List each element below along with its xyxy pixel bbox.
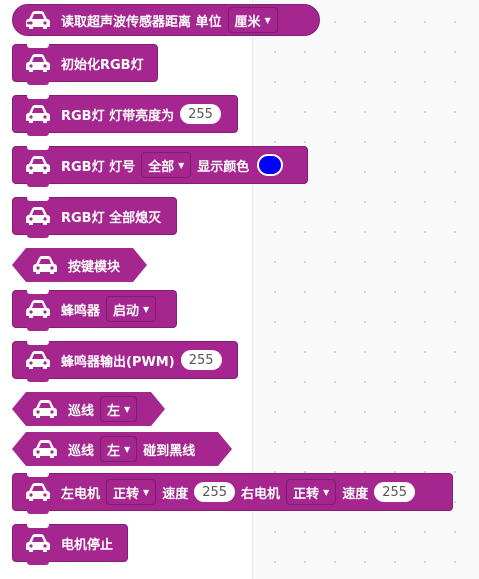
unit-dropdown[interactable]: 厘米 ▼ — [227, 7, 278, 33]
car-icon — [26, 483, 50, 501]
right-dir-dropdown[interactable]: 正转 ▼ — [286, 479, 337, 505]
left-speed-input[interactable]: 255 — [194, 482, 236, 502]
rgb-set-label2: 显示颜色 — [197, 159, 250, 175]
chevron-down-icon: ▼ — [178, 160, 185, 170]
chevron-down-icon: ▼ — [143, 487, 150, 497]
rgb-set-label: RGB灯 灯号 — [61, 159, 136, 175]
rgb-init-block[interactable]: 初始化RGB灯 — [12, 44, 158, 85]
rgb-brightness-block[interactable]: RGB灯 灯带亮度为 255 — [12, 95, 238, 136]
led-dropdown[interactable]: 全部 ▼ — [141, 152, 192, 178]
left-dir-value: 正转 — [113, 486, 140, 502]
left-dir-dropdown[interactable]: 正转 ▼ — [106, 479, 157, 505]
car-icon — [26, 351, 50, 369]
left-motor-label: 左电机 — [61, 486, 101, 502]
line-side2-value: 左 — [107, 443, 121, 459]
line-follow-block[interactable]: 巡线 左 ▼ — [12, 392, 165, 426]
motor-stop-label: 电机停止 — [61, 537, 114, 553]
right-dir-value: 正转 — [293, 486, 320, 502]
chevron-down-icon: ▼ — [143, 304, 150, 314]
buzzer-block[interactable]: 蜂鸣器 启动 ▼ — [12, 290, 177, 331]
rgb-brightness-label: RGB灯 灯带亮度为 — [61, 108, 175, 124]
right-motor-label: 右电机 — [241, 486, 281, 502]
buzzer-pwm-label: 蜂鸣器输出(PWM) — [61, 354, 175, 370]
unit-value: 厘米 — [234, 14, 261, 30]
buzzer-label: 蜂鸣器 — [61, 303, 101, 319]
hit-black-label: 碰到黑线 — [143, 443, 196, 459]
line-follow2-label: 巡线 — [68, 443, 95, 459]
rgb-init-label: 初始化RGB灯 — [61, 57, 144, 73]
ultrasonic-distance-block[interactable]: 读取超声波传感器距离 单位 厘米 ▼ — [12, 4, 320, 36]
chevron-down-icon: ▼ — [264, 15, 271, 25]
ultrasonic-label: 读取超声波传感器距离 单位 — [61, 14, 222, 30]
brightness-input[interactable]: 255 — [180, 104, 221, 124]
button-module-block[interactable]: 按键模块 — [12, 248, 147, 282]
led-value: 全部 — [148, 159, 175, 175]
chevron-down-icon: ▼ — [124, 444, 131, 454]
car-icon — [32, 439, 58, 459]
line-side-dropdown[interactable]: 左 ▼ — [100, 396, 137, 422]
line-follow-label: 巡线 — [68, 403, 95, 419]
car-icon — [26, 11, 50, 29]
button-module-label: 按键模块 — [68, 259, 121, 275]
buzzer-state-dropdown[interactable]: 启动 ▼ — [106, 296, 157, 322]
chevron-down-icon: ▼ — [323, 487, 330, 497]
motors-block[interactable]: 左电机 正转 ▼ 速度 255 右电机 正转 ▼ 速度 255 — [12, 473, 453, 514]
chevron-down-icon: ▼ — [124, 404, 131, 414]
left-speed-label: 速度 — [162, 486, 189, 502]
car-icon — [26, 207, 50, 225]
car-icon — [26, 156, 50, 174]
car-icon — [26, 54, 50, 72]
buzzer-pwm-block[interactable]: 蜂鸣器输出(PWM) 255 — [12, 341, 238, 382]
car-icon — [32, 255, 58, 275]
motor-stop-block[interactable]: 电机停止 — [12, 524, 128, 565]
color-picker[interactable] — [257, 154, 284, 176]
right-speed-input[interactable]: 255 — [374, 482, 416, 502]
rgb-off-label: RGB灯 全部熄灭 — [61, 210, 162, 226]
rgb-off-block[interactable]: RGB灯 全部熄灭 — [12, 197, 177, 238]
car-icon — [26, 105, 50, 123]
rgb-set-color-block[interactable]: RGB灯 灯号 全部 ▼ 显示颜色 — [12, 146, 308, 187]
car-icon — [26, 300, 50, 318]
buzzer-state-value: 启动 — [113, 303, 140, 319]
right-speed-label: 速度 — [342, 486, 369, 502]
car-icon — [32, 399, 58, 419]
car-icon — [26, 534, 50, 552]
line-follow-black-block[interactable]: 巡线 左 ▼ 碰到黑线 — [12, 432, 232, 466]
line-side-value: 左 — [107, 403, 121, 419]
pwm-input[interactable]: 255 — [180, 350, 222, 370]
line-side2-dropdown[interactable]: 左 ▼ — [100, 436, 137, 462]
